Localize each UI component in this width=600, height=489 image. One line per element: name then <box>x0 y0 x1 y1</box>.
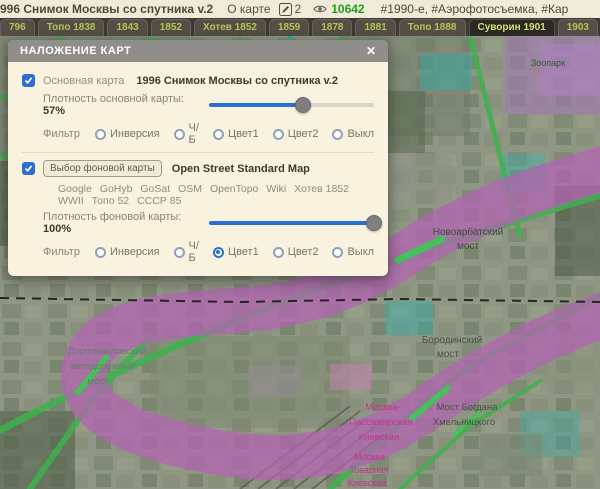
link-google[interactable]: Google <box>58 183 92 195</box>
background-opacity-label: Плотность фоновой карты: 100% <box>43 211 199 235</box>
tab-1796[interactable]: 796 <box>0 19 35 36</box>
main-opacity-slider[interactable] <box>209 97 374 113</box>
radio-icon <box>95 247 106 258</box>
eye-views-icon <box>313 4 327 14</box>
main-filter-color1[interactable]: Цвет1 <box>213 128 259 140</box>
map-hashtags[interactable]: #1990-е, #Аэрофотосъемка, #Кар <box>381 2 569 16</box>
background-opacity-value: 100% <box>43 223 71 235</box>
svg-text:Хмельницкого: Хмельницкого <box>433 417 495 428</box>
tab-topo-1838[interactable]: Топо 1838 <box>38 19 105 36</box>
label-kievsky-freight-station: Москва- <box>354 452 388 462</box>
slider-fill <box>209 103 303 107</box>
choose-background-map-button[interactable]: Выбор фоновой карты <box>43 160 162 177</box>
tab-1859[interactable]: 1859 <box>269 19 309 36</box>
main-map-checkbox[interactable] <box>22 74 35 87</box>
background-map-checkbox[interactable] <box>22 162 35 175</box>
radio-icon <box>174 129 185 140</box>
edit-count: 2 <box>295 2 302 16</box>
svg-text:автодорожный: автодорожный <box>71 361 135 372</box>
label-bogdan-khmelnitsky-bridge: Мост Богдана <box>437 402 499 413</box>
main-opacity-value: 57% <box>43 105 65 117</box>
radio-icon <box>332 129 343 140</box>
link-khotev-1852[interactable]: Хотев 1852 <box>294 183 349 195</box>
main-map-label: Основная карта <box>43 75 124 87</box>
check-icon <box>24 76 33 85</box>
svg-text:мост: мост <box>437 349 459 360</box>
tab-1878[interactable]: 1878 <box>312 19 352 36</box>
background-filter-label: Фильтр <box>43 246 95 258</box>
radio-icon <box>174 247 185 258</box>
main-opacity-label: Плотность основной карты: 57% <box>43 93 199 117</box>
radio-icon <box>95 129 106 140</box>
background-opacity-slider[interactable] <box>209 215 374 231</box>
background-filter-off[interactable]: Выкл <box>332 246 374 258</box>
svg-text:Киевская: Киевская <box>359 432 400 443</box>
tab-suvorin-1901[interactable]: Суворин 1901 <box>469 19 555 36</box>
main-filter-off[interactable]: Выкл <box>332 128 374 140</box>
background-map-quick-links: Google GoHyb GoSat OSM OpenTopo Wiki Хот… <box>22 183 374 207</box>
background-filter-color2[interactable]: Цвет2 <box>273 246 319 258</box>
close-icon[interactable]: ✕ <box>366 45 376 57</box>
main-filter-label: Фильтр <box>43 128 95 140</box>
label-novoarbatsky-bridge: Новоарбатский <box>433 226 504 238</box>
dialog-title: НАЛОЖЕНИЕ КАРТ <box>20 45 131 57</box>
views-count: 10642 <box>331 2 364 16</box>
top-header-bar: 996 Снимок Москвы со спутника v.2 О карт… <box>0 0 600 18</box>
page: 996 Снимок Москвы со спутника v.2 О карт… <box>0 0 600 489</box>
link-topo-52[interactable]: Топо 52 <box>92 195 130 207</box>
background-filter-inversion[interactable]: Инверсия <box>95 246 160 258</box>
main-filter-color2[interactable]: Цвет2 <box>273 128 319 140</box>
background-filter-bw[interactable]: Ч/Б <box>174 240 199 264</box>
label-kievsky-passenger-station: Москва- <box>365 402 401 413</box>
tab-1903-a[interactable]: 1903 <box>558 19 598 36</box>
svg-text:мост: мост <box>457 241 479 252</box>
radio-icon <box>273 129 284 140</box>
main-map-name: 1996 Снимок Москвы со спутника v.2 <box>136 75 338 87</box>
current-map-title: 996 Снимок Москвы со спутника v.2 <box>0 2 213 16</box>
svg-text:Товарная: Товарная <box>349 465 388 475</box>
dialog-header[interactable]: НАЛОЖЕНИЕ КАРТ ✕ <box>8 40 388 62</box>
radio-icon <box>332 247 343 258</box>
tab-1852[interactable]: 1852 <box>151 19 191 36</box>
slider-handle[interactable] <box>295 97 311 113</box>
map-overlay-dialog: НАЛОЖЕНИЕ КАРТ ✕ Основная карта 1996 Сни… <box>8 40 388 276</box>
tab-khotev-1852[interactable]: Хотев 1852 <box>194 19 266 36</box>
tab-1881[interactable]: 1881 <box>355 19 395 36</box>
main-filter-bw[interactable]: Ч/Б <box>174 122 199 146</box>
radio-icon <box>273 247 284 258</box>
map-year-tabs: 796 Топо 1838 1843 1852 Хотев 1852 1859 … <box>0 18 600 36</box>
link-wwii[interactable]: WWII <box>58 195 84 207</box>
tab-topo-1888[interactable]: Топо 1888 <box>399 19 466 36</box>
svg-text:Пассажирская: Пассажирская <box>349 417 412 428</box>
about-map-link[interactable]: О карте <box>227 2 270 16</box>
radio-icon <box>213 247 224 258</box>
link-gosat[interactable]: GoSat <box>140 183 170 195</box>
link-gohyb[interactable]: GoHyb <box>100 183 133 195</box>
link-cccp-85[interactable]: СССР 85 <box>137 195 181 207</box>
tab-1843[interactable]: 1843 <box>107 19 147 36</box>
label-zoo: Зоопарк <box>531 58 565 68</box>
svg-text:Киевская: Киевская <box>348 478 387 488</box>
label-borodinsky-bridge: Бородинский <box>422 335 483 346</box>
background-map-name: Open Street Standard Map <box>172 163 310 175</box>
radio-icon <box>213 129 224 140</box>
slider-handle[interactable] <box>366 215 382 231</box>
section-divider <box>22 152 374 153</box>
main-filter-inversion[interactable]: Инверсия <box>95 128 160 140</box>
slider-fill <box>209 221 374 225</box>
link-wiki[interactable]: Wiki <box>266 183 286 195</box>
svg-text:мост: мост <box>88 376 110 387</box>
check-icon <box>24 164 33 173</box>
edit-pencil-icon[interactable] <box>279 3 292 16</box>
label-dorogomilovsky-bridge: Дорогомиловский <box>68 346 146 357</box>
link-osm[interactable]: OSM <box>178 183 202 195</box>
background-filter-color1[interactable]: Цвет1 <box>213 246 259 258</box>
link-opentopo[interactable]: OpenTopo <box>210 183 258 195</box>
